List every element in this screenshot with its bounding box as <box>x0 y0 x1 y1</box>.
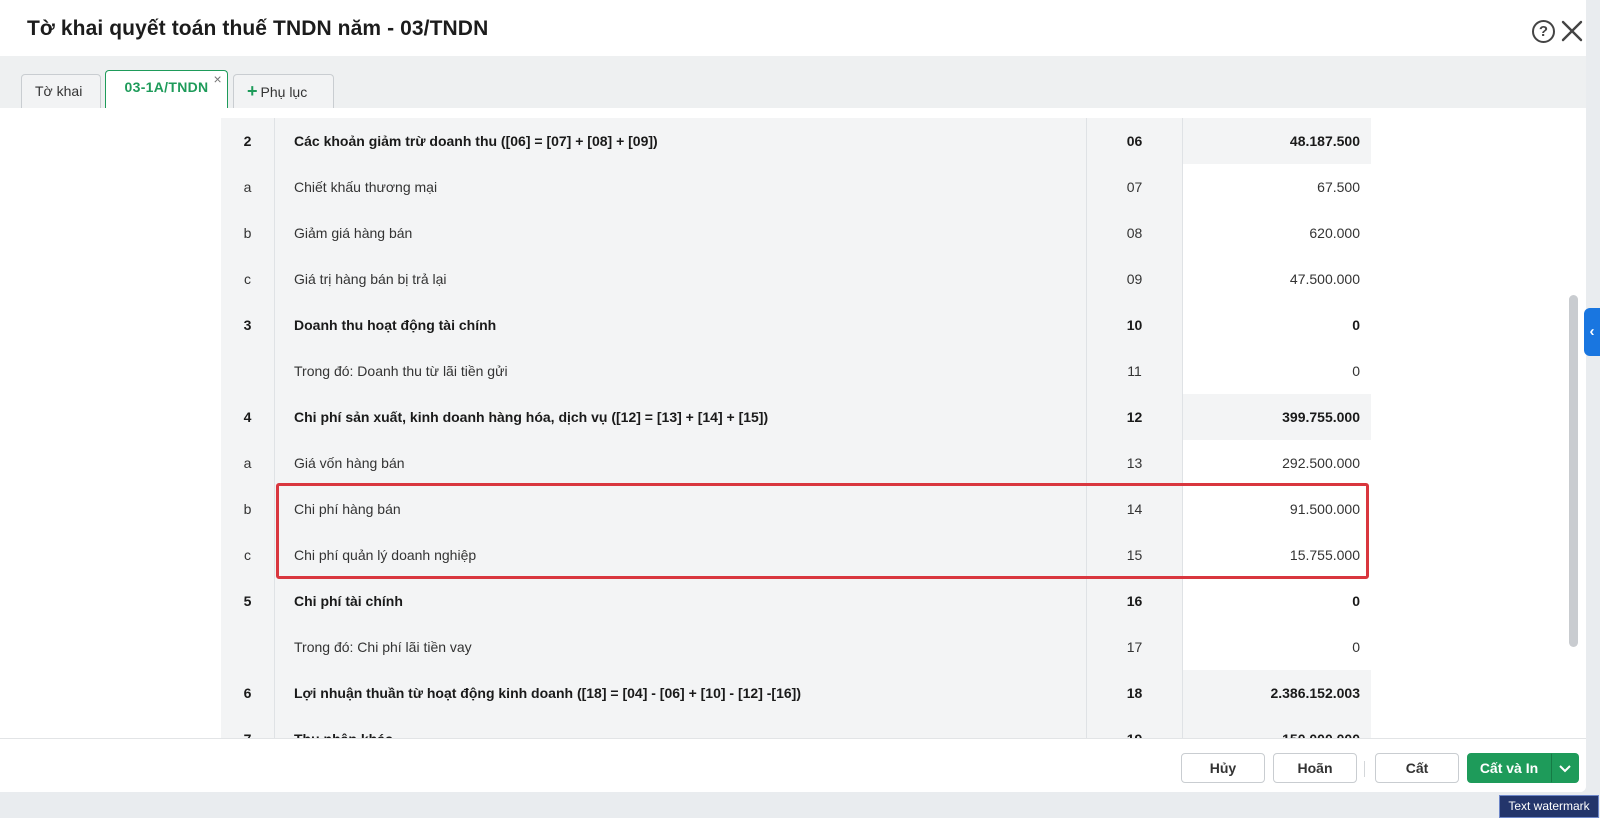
row-value-input[interactable]: 620.000 <box>1183 210 1371 256</box>
row-value-input[interactable]: 67.500 <box>1183 164 1371 210</box>
dialog-footer: Hủy Hoãn Cất Cất và In <box>0 738 1586 792</box>
row-code: 06 <box>1087 118 1183 164</box>
row-name: Giảm giá hàng bán <box>275 210 1087 256</box>
row-name: Giá trị hàng bán bị trả lại <box>275 256 1087 302</box>
table-row: 2 Các khoản giảm trừ doanh thu ([06] = [… <box>221 118 1371 164</box>
row-value-input[interactable]: 0 <box>1183 578 1371 624</box>
footer-divider <box>1364 761 1365 777</box>
dialog-title: Tờ khai quyết toán thuế TNDN năm - 03/TN… <box>27 17 489 40</box>
table-row: 3 Doanh thu hoạt động tài chính 10 0 <box>221 302 1371 348</box>
table-row: Trong đó: Doanh thu từ lãi tiền gửi 11 0 <box>221 348 1371 394</box>
tab-to-khai[interactable]: Tờ khai <box>21 74 101 108</box>
row-code: 07 <box>1087 164 1183 210</box>
postpone-button[interactable]: Hoãn <box>1273 753 1357 783</box>
row-code: 12 <box>1087 394 1183 440</box>
table-row: 6 Lợi nhuận thuần từ hoạt động kinh doan… <box>221 670 1371 716</box>
row-value: 48.187.500 <box>1183 118 1371 164</box>
row-name: Chi phí sản xuất, kinh doanh hàng hóa, d… <box>275 394 1087 440</box>
table-row: a Giá vốn hàng bán 13 292.500.000 <box>221 440 1371 486</box>
row-name: Trong đó: Doanh thu từ lãi tiền gửi <box>275 348 1087 394</box>
row-name: Trong đó: Chi phí lãi tiền vay <box>275 624 1087 670</box>
help-icon[interactable]: ? <box>1532 20 1555 43</box>
row-code: 08 <box>1087 210 1183 256</box>
row-code: 10 <box>1087 302 1183 348</box>
row-value-input[interactable]: 292.500.000 <box>1183 440 1371 486</box>
row-stt: 5 <box>221 578 275 624</box>
row-name: Giá vốn hàng bán <box>275 440 1087 486</box>
dialog-header: Tờ khai quyết toán thuế TNDN năm - 03/TN… <box>0 0 1586 56</box>
row-name: Các khoản giảm trừ doanh thu ([06] = [07… <box>275 118 1087 164</box>
row-value-input[interactable]: 47.500.000 <box>1183 256 1371 302</box>
plus-icon: + <box>247 81 258 101</box>
table-row: a Chiết khấu thương mại 07 67.500 <box>221 164 1371 210</box>
row-value: 2.386.152.003 <box>1183 670 1371 716</box>
row-stt: b <box>221 210 275 256</box>
row-stt: a <box>221 164 275 210</box>
table-row: 5 Chi phí tài chính 16 0 <box>221 578 1371 624</box>
row-value-input[interactable]: 0 <box>1183 348 1371 394</box>
form-content[interactable]: 2 Các khoản giảm trừ doanh thu ([06] = [… <box>21 108 1579 738</box>
row-stt: 4 <box>221 394 275 440</box>
tab-bar: Tờ khai 03-1A/TNDN × + Phụ lục <box>0 56 1586 110</box>
table-row: c Giá trị hàng bán bị trả lại 09 47.500.… <box>221 256 1371 302</box>
tab-label: Tờ khai <box>35 83 83 99</box>
row-name: Chi phí tài chính <box>275 578 1087 624</box>
add-appendix-button[interactable]: + Phụ lục <box>233 74 334 108</box>
table-row: Trong đó: Chi phí lãi tiền vay 17 0 <box>221 624 1371 670</box>
save-and-print-button[interactable]: Cất và In <box>1467 753 1551 783</box>
row-stt: c <box>221 532 275 578</box>
row-stt <box>221 624 275 670</box>
chevron-down-icon <box>1559 765 1571 773</box>
row-stt: 3 <box>221 302 275 348</box>
row-value: 150.000.000 <box>1183 716 1371 738</box>
row-stt: 6 <box>221 670 275 716</box>
table-row: b Giảm giá hàng bán 08 620.000 <box>221 210 1371 256</box>
row-name: Lợi nhuận thuần từ hoạt động kinh doanh … <box>275 670 1087 716</box>
watermark: Text watermark <box>1499 795 1599 818</box>
tab-03-1a-tndn[interactable]: 03-1A/TNDN × <box>105 70 228 110</box>
table-row: 4 Chi phí sản xuất, kinh doanh hàng hóa,… <box>221 394 1371 440</box>
row-value-input[interactable]: 0 <box>1183 624 1371 670</box>
row-name: Chiết khấu thương mại <box>275 164 1087 210</box>
row-stt: 2 <box>221 118 275 164</box>
row-code: 19 <box>1087 716 1183 738</box>
row-stt: c <box>221 256 275 302</box>
highlight-box <box>276 483 1369 579</box>
add-appendix-label: Phụ lục <box>260 84 308 100</box>
cancel-button[interactable]: Hủy <box>1181 753 1265 783</box>
dialog: Tờ khai quyết toán thuế TNDN năm - 03/TN… <box>0 0 1586 792</box>
save-options-dropdown[interactable] <box>1551 753 1579 783</box>
tab-label: 03-1A/TNDN <box>124 79 209 95</box>
row-value: 399.755.000 <box>1183 394 1371 440</box>
row-code: 09 <box>1087 256 1183 302</box>
row-code: 16 <box>1087 578 1183 624</box>
row-stt: a <box>221 440 275 486</box>
row-name: Doanh thu hoạt động tài chính <box>275 302 1087 348</box>
save-button[interactable]: Cất <box>1375 753 1459 783</box>
row-stt: 7 <box>221 716 275 738</box>
row-stt <box>221 348 275 394</box>
row-code: 17 <box>1087 624 1183 670</box>
row-code: 18 <box>1087 670 1183 716</box>
row-code: 11 <box>1087 348 1183 394</box>
row-code: 13 <box>1087 440 1183 486</box>
scrollbar-thumb[interactable] <box>1569 295 1578 647</box>
row-name: Thu nhập khác <box>275 716 1087 738</box>
row-stt: b <box>221 486 275 532</box>
tab-close-icon[interactable]: × <box>214 63 222 95</box>
row-value-input[interactable]: 0 <box>1183 302 1371 348</box>
side-panel-toggle[interactable]: ‹ <box>1584 308 1600 356</box>
table-row: 7 Thu nhập khác 19 150.000.000 <box>221 716 1371 738</box>
close-icon[interactable] <box>1559 18 1585 44</box>
